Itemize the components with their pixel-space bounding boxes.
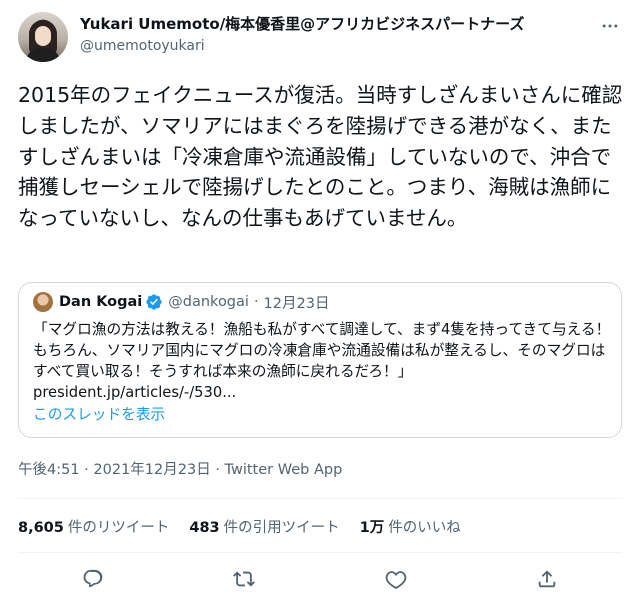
- quoted-tweet-header: Dan Kogai @dankogai · 12月23日: [33, 291, 329, 313]
- retweets-stat[interactable]: 8,605 件のリツイート: [18, 516, 169, 537]
- retweet-icon: [233, 571, 255, 587]
- author-display-name[interactable]: Yukari Umemoto/梅本優香里@アフリカビジネスパートナーズ: [80, 14, 524, 34]
- share-icon: [538, 570, 556, 588]
- quoted-author-handle: @dankogai: [168, 294, 249, 310]
- author-names: Yukari Umemoto/梅本優香里@アフリカビジネスパートナーズ @ume…: [80, 14, 524, 56]
- tweet-text: 2015年のフェイクニュースが復活。当時すしざんまいさんに確認しましたが、ソマリ…: [18, 83, 623, 231]
- reply-icon: [83, 569, 103, 588]
- quoted-author-avatar: [33, 292, 53, 312]
- verified-icon: [146, 294, 162, 310]
- retweet-button[interactable]: [229, 564, 259, 594]
- tweet-date[interactable]: 2021年12月23日: [93, 462, 210, 478]
- like-button[interactable]: [381, 564, 411, 594]
- likes-stat[interactable]: 1万 件のいいね: [360, 516, 461, 537]
- quotes-count: 483: [189, 519, 220, 536]
- quoted-tweet-body: 「マグロ漁の方法は教える！漁船も私がすべて調達して、まず4隻を持ってきて与える！…: [33, 319, 611, 403]
- quoted-dot: ·: [253, 294, 259, 310]
- share-button[interactable]: [532, 564, 562, 594]
- likes-count: 1万: [359, 519, 385, 536]
- quoted-tweet-link[interactable]: president.jp/articles/-/530...: [33, 384, 236, 401]
- tweet-timestamp: 午後4:51 · 2021年12月23日 · Twitter Web App: [18, 458, 342, 479]
- quotes-label: 件の引用ツイート: [223, 519, 340, 536]
- reply-button[interactable]: [78, 564, 108, 594]
- more-icon[interactable]: [598, 14, 622, 38]
- engagement-stats: 8,605 件のリツイート 483 件の引用ツイート 1万 件のいいね: [18, 514, 481, 538]
- quoted-tweet[interactable]: Dan Kogai @dankogai · 12月23日 「マグロ漁の方法は教え…: [18, 282, 622, 438]
- tweet-time[interactable]: 午後4:51: [18, 462, 80, 478]
- divider: [18, 498, 622, 499]
- retweets-label: 件のリツイート: [67, 519, 170, 536]
- author-handle[interactable]: @umemotoyukari: [80, 36, 524, 56]
- quotes-stat[interactable]: 483 件の引用ツイート: [189, 516, 339, 537]
- likes-label: 件のいいね: [388, 519, 461, 536]
- author-avatar[interactable]: [18, 12, 68, 62]
- timestamp-dot: ·: [215, 462, 225, 478]
- like-icon: [385, 571, 407, 590]
- timestamp-dot: ·: [84, 462, 94, 478]
- retweets-count: 8,605: [18, 519, 64, 536]
- quoted-date: 12月23日: [263, 295, 330, 312]
- quoted-tweet-text: 「マグロ漁の方法は教える！漁船も私がすべて調達して、まず4隻を持ってきて与える！…: [33, 321, 611, 380]
- action-bar: [18, 560, 622, 598]
- quoted-author-name: Dan Kogai: [59, 294, 143, 310]
- divider: [18, 552, 622, 553]
- tweet-source[interactable]: Twitter Web App: [225, 462, 343, 478]
- tweet-header: Yukari Umemoto/梅本優香里@アフリカビジネスパートナーズ @ume…: [18, 12, 622, 62]
- show-thread-link[interactable]: このスレッドを表示: [33, 405, 165, 425]
